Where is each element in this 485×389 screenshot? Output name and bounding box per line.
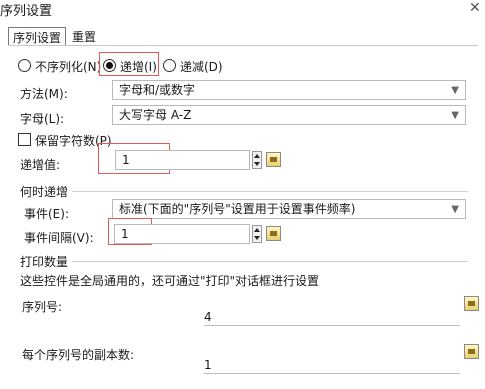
tab-serial-settings[interactable]: 序列设置 [8,27,67,46]
interval-input[interactable]: 1 [114,224,250,244]
increment-input[interactable]: 1 [115,150,250,170]
serial-input[interactable]: 4 [204,310,460,326]
radio-label-increment: 递增(I) [120,60,157,74]
close-icon[interactable]: ✕ [469,0,481,16]
increment-picker-icon[interactable] [266,152,281,167]
tab-divider [8,45,478,46]
method-value: 字母和/或数字 [119,83,196,97]
checkbox-box[interactable] [18,133,31,146]
radio-circle-increment[interactable] [103,59,116,72]
when-increment-title: 何时递增 [20,185,69,199]
method-label: 方法(M): [20,87,68,101]
print-count-title: 打印数量 [20,255,69,269]
increment-spinner[interactable] [252,151,262,169]
chevron-down-icon: ▼ [451,204,459,215]
group-divider [72,191,468,192]
increment-label: 递增值: [20,158,61,172]
chevron-down-icon: ▼ [451,110,459,121]
method-select[interactable]: 字母和/或数字 ▼ [112,80,466,100]
radio-label-no-serialize: 不序列化(N) [35,60,102,74]
tab-reset[interactable]: 重置 [68,27,100,46]
letters-select[interactable]: 大写字母 A-Z ▼ [112,105,466,125]
print-count-description: 这些控件是全局通用的，还可通过"打印"对话框进行设置 [20,274,320,288]
interval-spinner[interactable] [252,225,262,243]
letters-value: 大写字母 A-Z [119,108,192,122]
radio-no-serialize[interactable]: 不序列化(N) [18,58,103,74]
copies-input[interactable]: 1 [204,358,460,374]
radio-circle-no-serialize[interactable] [18,59,31,72]
interval-picker-icon[interactable] [266,226,281,241]
radio-increment[interactable]: 递增(I) [103,58,157,74]
serial-picker-icon[interactable] [464,296,479,311]
dialog-title: 序列设置 [0,4,53,19]
event-select[interactable]: 标准(下面的"序列号"设置用于设置事件频率) ▼ [112,199,466,219]
copies-label: 每个序列号的副本数: [22,348,135,362]
radio-label-decrement: 递减(D) [180,60,223,74]
interval-label: 事件间隔(V): [24,231,94,245]
event-label: 事件(E): [24,207,69,221]
chevron-down-icon: ▼ [451,85,459,96]
letters-label: 字母(L): [20,112,65,126]
event-value: 标准(下面的"序列号"设置用于设置事件频率) [119,202,356,216]
serial-label: 序列号: [22,300,63,314]
radio-circle-decrement[interactable] [163,59,176,72]
group-divider [72,261,468,262]
radio-decrement[interactable]: 递减(D) [163,58,223,74]
copies-picker-icon[interactable] [464,344,479,359]
